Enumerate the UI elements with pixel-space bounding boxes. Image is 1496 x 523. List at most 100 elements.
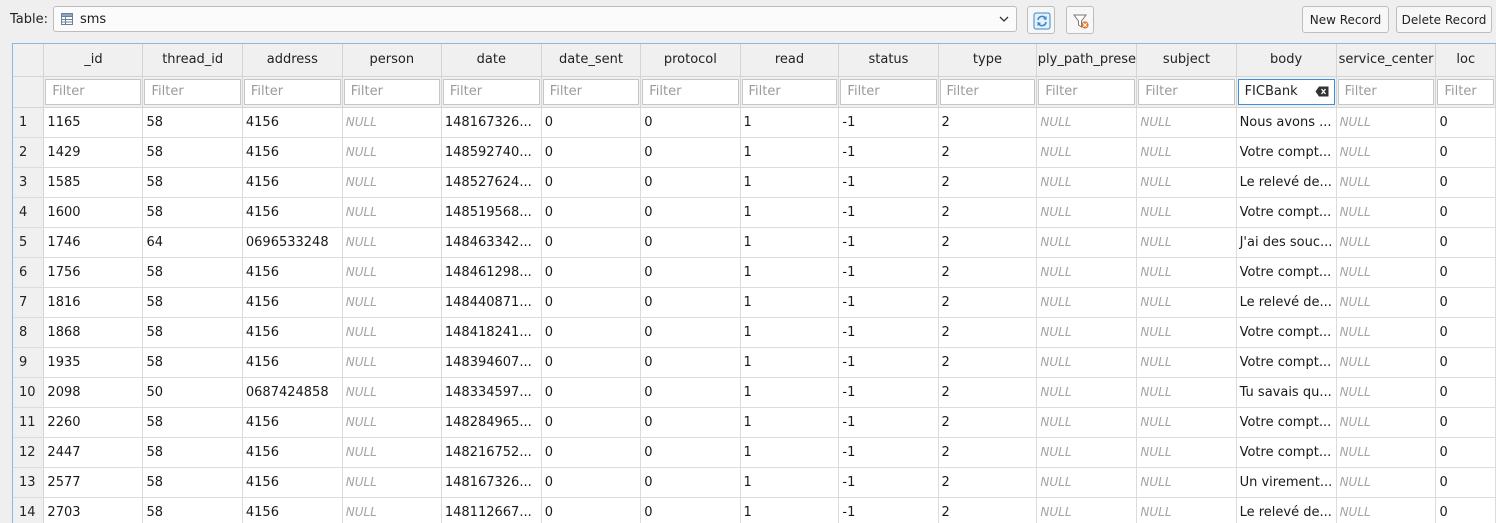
table-row[interactable]: 4 1600 58 4156 NULL 148519568... 0 0 1 -1 2 NULL NUL… (13, 197, 1496, 228)
cell-thread-id[interactable]: 58 (142, 347, 243, 378)
cell-body[interactable]: Votre compt... (1236, 257, 1337, 288)
cell-read[interactable]: 1 (740, 227, 840, 258)
cell-service-center[interactable]: NULL (1336, 107, 1437, 138)
cell-service-center[interactable]: NULL (1336, 257, 1437, 288)
cell-protocol[interactable]: 0 (640, 377, 741, 408)
cell-subject[interactable]: NULL (1136, 437, 1237, 468)
cell-service-center[interactable]: NULL (1336, 167, 1437, 198)
cell-loc[interactable]: 0 (1435, 317, 1496, 348)
cell-ply-path-prese[interactable]: NULL (1036, 347, 1138, 378)
cell-date[interactable]: 148334597... (441, 377, 542, 408)
cell-status[interactable]: -1 (838, 407, 939, 438)
table-row[interactable]: 1 1165 58 4156 NULL 148167326... 0 0 1 -1 2 NULL NUL… (13, 107, 1496, 138)
cell-read[interactable]: 1 (740, 377, 840, 408)
table-row[interactable]: 9 1935 58 4156 NULL 148394607... 0 0 1 -1 2 NULL NUL… (13, 347, 1496, 378)
cell-read[interactable]: 1 (740, 467, 840, 498)
table-select[interactable]: sms (53, 6, 1017, 32)
cell-subject[interactable]: NULL (1136, 287, 1237, 318)
cell-read[interactable]: 1 (740, 407, 840, 438)
cell-ply-path-prese[interactable]: NULL (1036, 197, 1138, 228)
cell-type[interactable]: 2 (938, 497, 1038, 523)
cell-status[interactable]: -1 (838, 467, 939, 498)
row-number[interactable]: 2 (13, 137, 45, 168)
cell--id[interactable]: 2577 (43, 467, 144, 498)
cell-type[interactable]: 2 (938, 197, 1038, 228)
cell-body[interactable]: Votre compt... (1236, 317, 1337, 348)
cell-body[interactable]: Le relevé de... (1236, 287, 1337, 318)
new-record-button[interactable]: New Record (1302, 6, 1389, 33)
cell-type[interactable]: 2 (938, 137, 1038, 168)
cell-date-sent[interactable]: 0 (541, 257, 642, 288)
cell-address[interactable]: 4156 (242, 347, 343, 378)
cell-protocol[interactable]: 0 (640, 467, 741, 498)
cell-protocol[interactable]: 0 (640, 107, 741, 138)
cell-service-center[interactable]: NULL (1336, 437, 1437, 468)
cell-date-sent[interactable]: 0 (541, 467, 642, 498)
cell-subject[interactable]: NULL (1136, 467, 1237, 498)
cell-type[interactable]: 2 (938, 257, 1038, 288)
cell-date[interactable]: 148463342... (441, 227, 542, 258)
cell-loc[interactable]: 0 (1435, 407, 1496, 438)
cell-read[interactable]: 1 (740, 167, 840, 198)
cell-date[interactable]: 148519568... (441, 197, 542, 228)
cell-protocol[interactable]: 0 (640, 227, 741, 258)
cell-body[interactable]: J'ai des souc... (1236, 227, 1337, 258)
cell-loc[interactable]: 0 (1435, 497, 1496, 523)
cell-date[interactable]: 148167326... (441, 467, 542, 498)
cell-person[interactable]: NULL (342, 257, 442, 288)
cell-person[interactable]: NULL (342, 497, 442, 523)
table-row[interactable]: 7 1816 58 4156 NULL 148440871... 0 0 1 -1 2 NULL NUL… (13, 287, 1496, 318)
cell-thread-id[interactable]: 58 (142, 407, 243, 438)
cell-body[interactable]: Votre compt... (1236, 437, 1337, 468)
cell-address[interactable]: 4156 (242, 257, 343, 288)
cell-person[interactable]: NULL (342, 137, 442, 168)
cell-status[interactable]: -1 (838, 497, 939, 523)
cell--id[interactable]: 1165 (43, 107, 144, 138)
cell-loc[interactable]: 0 (1435, 377, 1496, 408)
cell-ply-path-prese[interactable]: NULL (1036, 317, 1138, 348)
row-number[interactable]: 8 (13, 317, 45, 348)
column-header-thread-id[interactable]: thread_id (142, 44, 243, 77)
cell--id[interactable]: 1756 (43, 257, 144, 288)
column-header-protocol[interactable]: protocol (640, 44, 741, 77)
row-number[interactable]: 7 (13, 287, 45, 318)
cell-service-center[interactable]: NULL (1336, 467, 1437, 498)
row-number[interactable]: 14 (13, 497, 45, 523)
cell-subject[interactable]: NULL (1136, 197, 1237, 228)
cell-subject[interactable]: NULL (1136, 347, 1237, 378)
cell-ply-path-prese[interactable]: NULL (1036, 437, 1138, 468)
cell-status[interactable]: -1 (838, 377, 939, 408)
cell-date-sent[interactable]: 0 (541, 287, 642, 318)
cell-subject[interactable]: NULL (1136, 317, 1237, 348)
cell-person[interactable]: NULL (342, 437, 442, 468)
cell-type[interactable]: 2 (938, 467, 1038, 498)
cell-protocol[interactable]: 0 (640, 287, 741, 318)
cell-thread-id[interactable]: 58 (142, 137, 243, 168)
cell-address[interactable]: 4156 (242, 437, 343, 468)
cell-loc[interactable]: 0 (1435, 437, 1496, 468)
cell-service-center[interactable]: NULL (1336, 407, 1437, 438)
cell-ply-path-prese[interactable]: NULL (1036, 167, 1138, 198)
cell-date[interactable]: 148440871... (441, 287, 542, 318)
filter-input--id[interactable] (45, 78, 142, 105)
cell-type[interactable]: 2 (938, 167, 1038, 198)
cell--id[interactable]: 2447 (43, 437, 144, 468)
cell-body[interactable]: Le relevé de... (1236, 497, 1337, 523)
cell--id[interactable]: 1429 (43, 137, 144, 168)
cell-ply-path-prese[interactable]: NULL (1036, 257, 1138, 288)
column-header-service-center[interactable]: service_center (1336, 44, 1437, 77)
cell-read[interactable]: 1 (740, 137, 840, 168)
column-header-type[interactable]: type (938, 44, 1038, 77)
cell-ply-path-prese[interactable]: NULL (1036, 137, 1138, 168)
cell-date-sent[interactable]: 0 (541, 347, 642, 378)
cell-read[interactable]: 1 (740, 437, 840, 468)
filter-input-status[interactable] (840, 78, 937, 105)
cell-date-sent[interactable]: 0 (541, 497, 642, 523)
cell-type[interactable]: 2 (938, 317, 1038, 348)
cell-address[interactable]: 4156 (242, 497, 343, 523)
cell-subject[interactable]: NULL (1136, 257, 1237, 288)
cell-subject[interactable]: NULL (1136, 497, 1237, 523)
table-row[interactable]: 14 2703 58 4156 NULL 148112667... 0 0 1 -1 2 NULL NU… (13, 497, 1496, 523)
cell-status[interactable]: -1 (838, 347, 939, 378)
filter-input-thread-id[interactable] (144, 78, 241, 105)
